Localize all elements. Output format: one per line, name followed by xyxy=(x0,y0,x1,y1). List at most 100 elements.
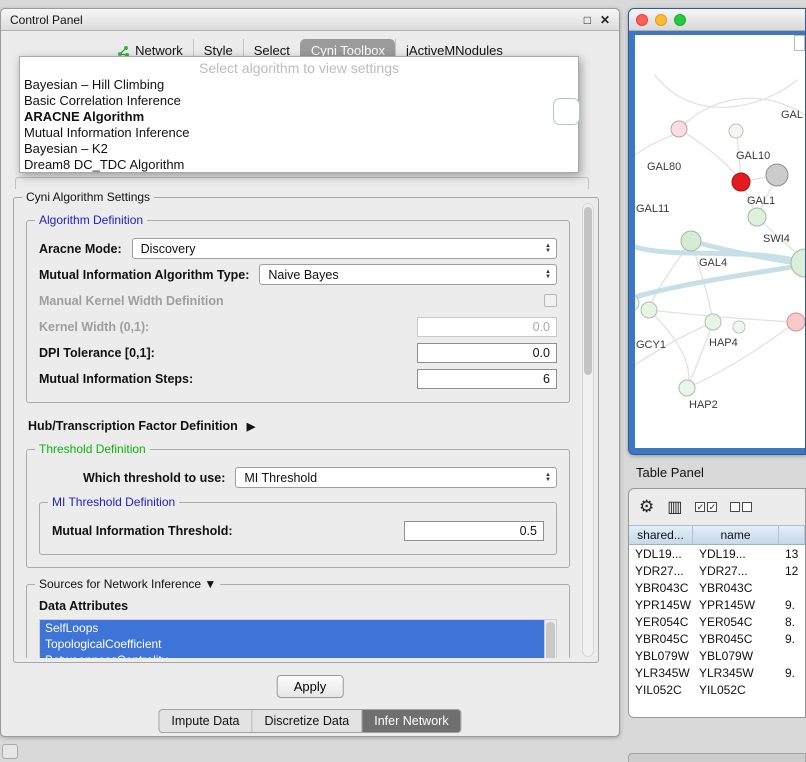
node-label: GAL10 xyxy=(736,150,770,162)
table-row[interactable]: YDL19...YDL19...13 xyxy=(629,545,805,562)
network-node-pink[interactable] xyxy=(787,313,805,331)
table-body: YDL19...YDL19...13 YDR27...YDR27...12 YB… xyxy=(629,545,805,717)
network-node[interactable] xyxy=(733,321,745,333)
settings-content: Algorithm Definition Aracne Mode: Discov… xyxy=(22,210,574,658)
table-row[interactable]: YBR045CYBR045C9. xyxy=(629,630,805,647)
expander-right-icon: ▶ xyxy=(247,420,255,433)
cell: 8. xyxy=(779,615,805,629)
algorithm-option[interactable]: Mutual Information Inference xyxy=(20,125,578,141)
network-node[interactable] xyxy=(748,208,766,226)
list-item-selected[interactable]: BetweennessCentrality xyxy=(40,652,544,658)
control-panel-titlebar: Control Panel □ ✕ xyxy=(1,9,619,31)
list-scrollbar[interactable] xyxy=(544,620,556,658)
network-node[interactable] xyxy=(729,124,743,138)
selected-value: Discovery xyxy=(141,242,196,256)
float-window-icon[interactable]: □ xyxy=(584,13,591,27)
network-node-red[interactable] xyxy=(732,173,750,191)
table-row[interactable]: YER054CYER054C8. xyxy=(629,613,805,630)
mi-type-select[interactable]: Naive Bayes ▲ ▼ xyxy=(259,264,557,285)
zoom-traffic-light[interactable] xyxy=(674,14,686,26)
window-edge-fragment xyxy=(628,753,806,762)
table-row[interactable]: YBL079WYBL079W xyxy=(629,647,805,664)
algorithm-definition-group: Algorithm Definition Aracne Mode: Discov… xyxy=(26,220,570,403)
apply-button[interactable]: Apply xyxy=(277,675,344,698)
data-attributes-label: Data Attributes xyxy=(39,599,557,613)
node-label: SWI4 xyxy=(763,233,790,245)
scrollbar-thumb[interactable] xyxy=(546,622,555,658)
hub-definition-expander[interactable]: Hub/Transcription Factor Definition ▶ xyxy=(28,419,568,433)
table-row[interactable]: YDR27...YDR27...12 xyxy=(629,562,805,579)
tab-discretize-data[interactable]: Discretize Data xyxy=(252,710,362,732)
mi-type-label: Mutual Information Algorithm Type: xyxy=(39,268,249,282)
network-node[interactable] xyxy=(679,380,695,396)
settings-scrollbar[interactable] xyxy=(582,203,594,657)
manual-kernel-checkbox[interactable] xyxy=(544,294,557,307)
select-none-icon[interactable] xyxy=(730,502,752,512)
table-header: shared... name xyxy=(629,525,805,545)
mi-steps-field[interactable]: 6 xyxy=(417,369,557,389)
select-all-icon[interactable]: ✓ ✓ xyxy=(695,502,717,512)
table-row[interactable]: YLR345WYLR345W9. xyxy=(629,664,805,681)
combo-side-button[interactable] xyxy=(553,98,580,125)
control-panel-window: Control Panel □ ✕ Network Style Select C… xyxy=(0,8,620,737)
tab-infer-network[interactable]: Infer Network xyxy=(361,710,460,732)
kernel-width-field[interactable]: 0.0 xyxy=(417,317,557,337)
network-node[interactable] xyxy=(791,249,805,277)
columns-icon[interactable]: ▥ xyxy=(667,497,682,517)
network-node[interactable] xyxy=(681,231,701,251)
cell: YDL19... xyxy=(629,547,693,561)
list-item-selected[interactable]: TopologicalCoefficient xyxy=(40,636,544,652)
which-threshold-select[interactable]: MI Threshold ▲ ▼ xyxy=(235,467,557,488)
network-window-titlebar xyxy=(629,9,805,31)
list-item-selected[interactable]: SelfLoops xyxy=(40,620,544,636)
column-header-name[interactable]: name xyxy=(693,526,779,544)
minimized-window-icon[interactable] xyxy=(2,744,18,759)
table-row[interactable]: YPR145WYPR145W9. xyxy=(629,596,805,613)
cell: 12 xyxy=(779,564,805,578)
gear-icon[interactable]: ⚙ xyxy=(639,497,654,517)
mi-threshold-row: Mutual Information Threshold: 0.5 xyxy=(52,520,544,541)
expander-down-icon: ▼ xyxy=(204,577,216,591)
algorithm-dropdown-popup: Select algorithm to view settings Bayesi… xyxy=(19,56,579,173)
table-row[interactable]: YBR043CYBR043C xyxy=(629,579,805,596)
sources-expander[interactable]: Sources for Network Inference ▼ xyxy=(35,577,220,591)
node-label: GCY1 xyxy=(636,339,666,351)
sources-group: Sources for Network Inference ▼ Data Att… xyxy=(26,584,570,658)
mi-threshold-field[interactable]: 0.5 xyxy=(404,521,544,541)
table-row[interactable]: YIL052CYIL052C xyxy=(629,681,805,698)
column-header-shared[interactable]: shared... xyxy=(629,526,693,544)
selected-value: MI Threshold xyxy=(244,471,317,485)
manual-kernel-label: Manual Kernel Width Definition xyxy=(39,294,224,308)
spinner-arrows-icon: ▲ ▼ xyxy=(539,473,551,483)
empty-box-icon xyxy=(742,502,752,512)
cell: YBR045C xyxy=(629,632,693,646)
dpi-tolerance-field[interactable]: 0.0 xyxy=(417,343,557,363)
obscured-panel-edge xyxy=(15,177,589,189)
mi-threshold-label: Mutual Information Threshold: xyxy=(52,524,233,538)
cell: 13 xyxy=(779,547,805,561)
algorithm-option-selected[interactable]: ARACNE Algorithm xyxy=(20,109,578,125)
algorithm-option[interactable]: Basic Correlation Inference xyxy=(20,93,578,109)
close-icon[interactable]: ✕ xyxy=(600,13,610,27)
minimize-traffic-light[interactable] xyxy=(655,14,667,26)
network-node[interactable] xyxy=(641,302,657,318)
cell: YER054C xyxy=(629,615,693,629)
algorithm-option[interactable]: Dream8 DC_TDC Algorithm xyxy=(20,157,578,173)
close-traffic-light[interactable] xyxy=(636,14,648,26)
column-header-third[interactable] xyxy=(779,526,805,544)
tab-impute-data[interactable]: Impute Data xyxy=(159,710,251,732)
spinner-arrows-icon: ▲ ▼ xyxy=(539,244,551,254)
cell: 9. xyxy=(779,666,805,680)
network-tab-icon xyxy=(117,45,130,57)
aracne-mode-select[interactable]: Discovery ▲ ▼ xyxy=(132,238,557,259)
algorithm-option[interactable]: Bayesian – Hill Climbing xyxy=(20,77,578,93)
cyni-mode-tabs: Impute Data Discretize Data Infer Networ… xyxy=(158,709,461,733)
network-node-gray[interactable] xyxy=(766,164,788,186)
network-node[interactable] xyxy=(671,121,687,137)
algorithm-option[interactable]: Bayesian – K2 xyxy=(20,141,578,157)
cell: YIL052C xyxy=(629,683,693,697)
mi-steps-label: Mutual Information Steps: xyxy=(39,372,193,386)
network-canvas[interactable]: GAL80 GAL10 GAL11 GAL1 SWI4 GAL4 GCY1 HA… xyxy=(635,35,805,448)
scrollbar-thumb[interactable] xyxy=(584,207,592,375)
network-node[interactable] xyxy=(705,314,721,330)
